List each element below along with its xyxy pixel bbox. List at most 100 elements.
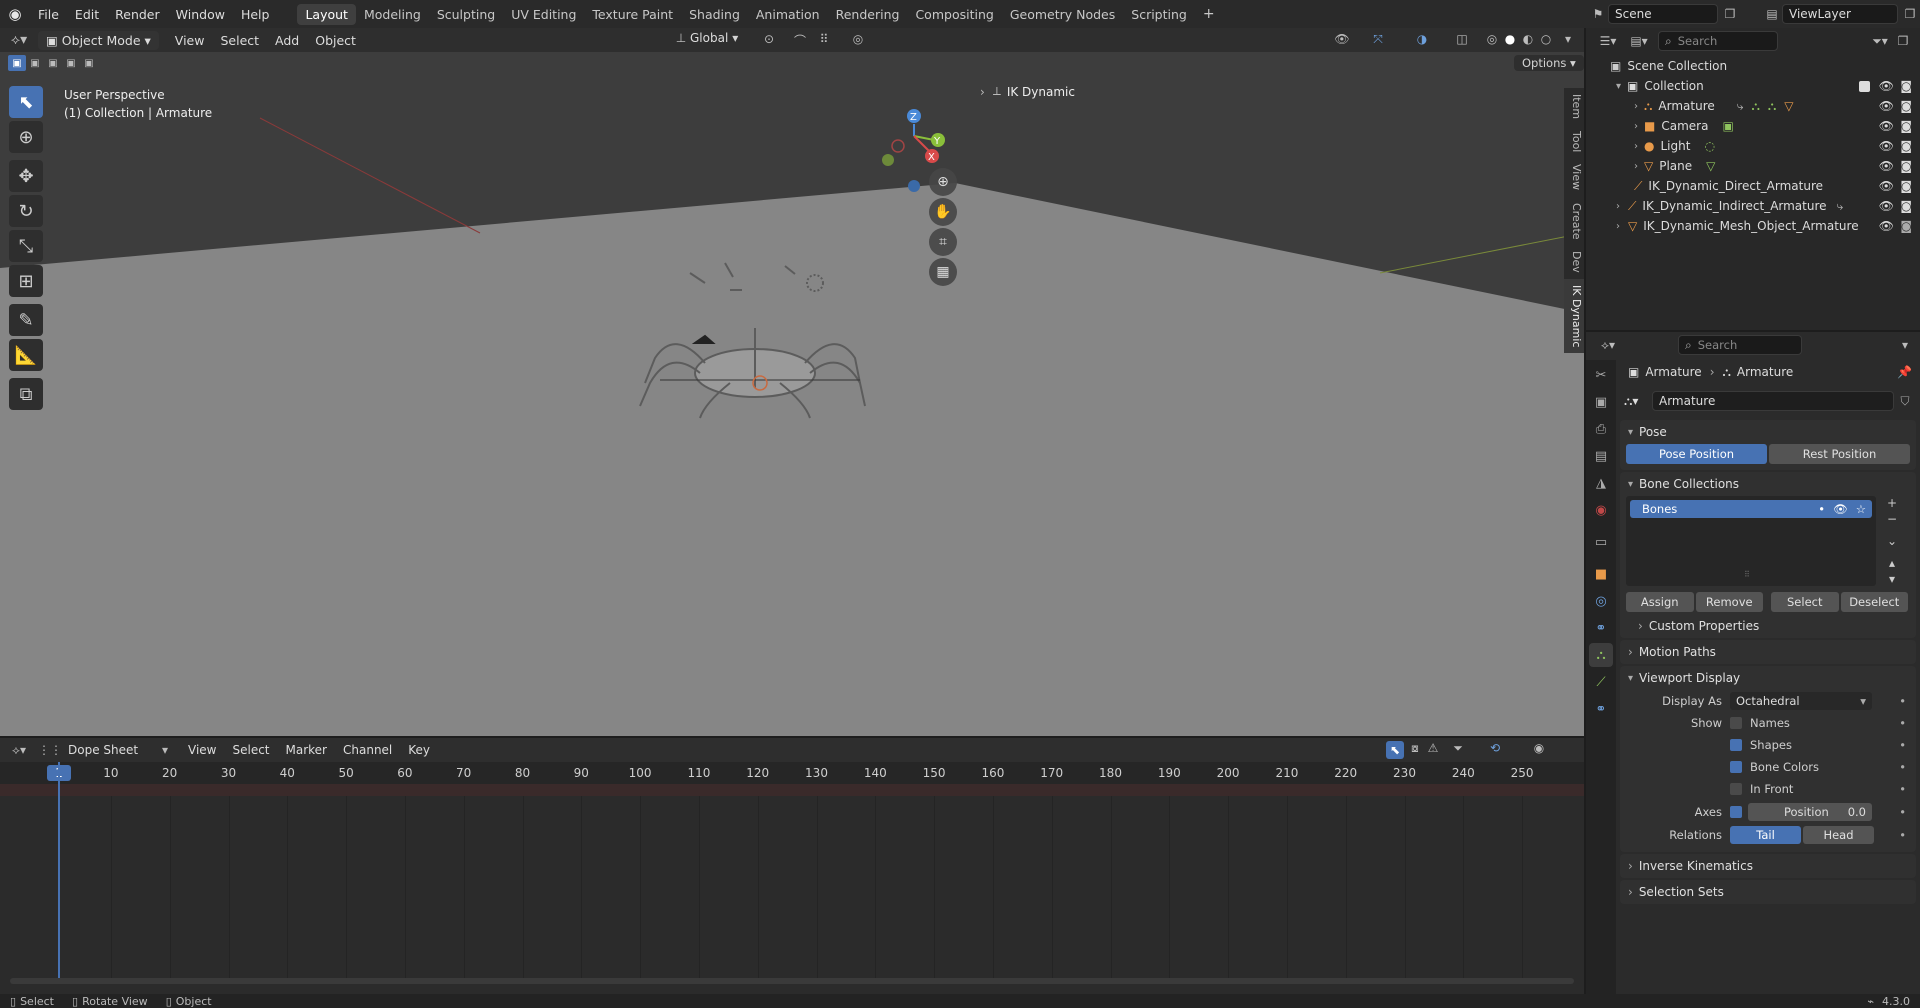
measure-tool[interactable]: 📐 [9,339,43,371]
eye-icon[interactable]: 👁 [1879,139,1894,153]
camera-icon[interactable]: ◙ [1900,159,1912,173]
outliner-editor[interactable]: ☰▾ ▤▾ ⌕ Search ⏷▾ ❐ ▣ Scene Collection ▾… [1586,28,1920,330]
pivot-icon[interactable]: ⊙ [756,32,782,46]
sidebar-tab-tool[interactable]: Tool [1564,125,1584,158]
pose-panel-header[interactable]: ▾ Pose [1620,420,1916,444]
frame-ruler[interactable]: 1 10203040506070809010011012013014015016… [0,762,1584,784]
star-icon[interactable]: ☆ [1856,502,1866,516]
3d-viewport[interactable]: ⟡▾ ▣ Object Mode ▾ View Select Add Objec… [0,28,1584,736]
object-tab-icon[interactable]: ■ [1589,562,1613,586]
dope-menu-marker[interactable]: Marker [278,741,335,759]
transform-orientation[interactable]: ⊥ Global ▾ [672,31,739,45]
custom-properties-header[interactable]: › Custom Properties [1620,614,1916,638]
tab-texture-paint[interactable]: Texture Paint [584,4,681,25]
inverse-kinematics-header[interactable]: › Inverse Kinematics [1620,854,1916,878]
keyframe-dot-icon[interactable]: • [1899,760,1906,774]
outliner-item-camera[interactable]: › ■ Camera ▣ 👁 ◙ [1586,116,1920,136]
camera-icon[interactable]: ◙ [1900,99,1912,113]
keyframe-dot-icon[interactable]: • [1899,716,1906,730]
ik-dynamic-panel-header[interactable]: › ⟂ IK Dynamic [980,84,1075,99]
relations-head-button[interactable]: Head [1803,826,1874,844]
camera-icon[interactable]: ◙ [1900,79,1912,93]
scene-selector[interactable]: ⚑ Scene ❐ [1588,4,1742,24]
outliner-item-light[interactable]: › ● Light ◌ 👁 ◙ [1586,136,1920,156]
viewport-menu-select[interactable]: Select [212,31,267,50]
properties-editor[interactable]: ⟡▾ ⌕ Search ▾ ✂ ▣ ⎙ ▤ ◮ ◉ ▭ ■ ◎ ⚭ ⛬ ⟋ ⚭ … [1586,332,1920,994]
filter-icon[interactable]: ⏷▾ [1868,34,1892,49]
resize-grip-icon[interactable]: ⠿ [1744,570,1750,579]
motion-paths-header[interactable]: › Motion Paths [1620,640,1916,664]
collection-tab-icon[interactable]: ▭ [1589,530,1613,554]
viewport-display-header[interactable]: ▾ Viewport Display [1620,666,1916,690]
tab-sculpting[interactable]: Sculpting [429,4,503,25]
editor-type-icon[interactable]: ⟡▾ [0,32,38,48]
scene-name-field[interactable]: Scene [1608,4,1718,24]
physics-tab-icon[interactable]: ◎ [1589,589,1613,613]
menu-render[interactable]: Render [107,7,168,22]
render-tab-icon[interactable]: ▣ [1589,390,1613,414]
tab-rendering[interactable]: Rendering [828,4,908,25]
camera-view-icon[interactable]: ⌗ [929,228,957,256]
shading-dropdown-icon[interactable]: ▾ [1560,32,1576,46]
overlay-icon[interactable]: ◑ [1410,32,1434,46]
pin-icon[interactable]: 📌 [1897,365,1912,379]
checkbox-icon[interactable] [1859,80,1870,92]
constraint-tab-icon[interactable]: ⚭ [1589,616,1613,640]
menu-window[interactable]: Window [168,7,233,22]
horizontal-scrollbar[interactable] [10,978,1574,984]
pose-position-button[interactable]: Pose Position [1626,444,1767,464]
eye-icon[interactable]: 👁 [1879,159,1894,173]
view-layer-field[interactable]: ViewLayer [1782,4,1898,24]
outliner-item-ik-indirect[interactable]: › ⟋ IK_Dynamic_Indirect_Armature ⤷ 👁 ◙ [1586,196,1920,216]
view-layer-selector[interactable]: ▤ ViewLayer ❐ [1762,4,1920,24]
outliner-item-armature[interactable]: › ⛬ Armature ⤷ ⛬ ⛬ ▽ 👁 ◙ [1586,96,1920,116]
material-shading-icon[interactable]: ◐ [1518,32,1538,46]
scale-tool[interactable]: ⤡ [9,230,43,262]
bone-tab-icon[interactable]: ⟋ [1589,670,1613,694]
add-icon[interactable]: + [1887,496,1897,510]
eye-icon[interactable]: 👁 [1879,179,1894,193]
viewport-menu-object[interactable]: Object [307,31,364,50]
outliner-item-ik-mesh[interactable]: › ▽ IK_Dynamic_Mesh_Object_Armature 👁 ◙ [1586,216,1920,236]
tab-uv-editing[interactable]: UV Editing [503,4,584,25]
snap-target-icon[interactable]: ⠿ [812,32,836,46]
outliner-search[interactable]: ⌕ Search [1658,31,1778,51]
bone-collections-header[interactable]: ▾ Bone Collections [1620,472,1916,496]
select-button[interactable]: Select [1771,592,1839,612]
shapes-checkbox[interactable] [1730,739,1742,751]
eye-icon[interactable]: 👁 [1879,119,1894,133]
axes-checkbox[interactable] [1730,806,1742,818]
rest-position-button[interactable]: Rest Position [1769,444,1910,464]
new-scene-icon[interactable]: ❐ [1718,7,1742,21]
remove-icon[interactable]: − [1887,512,1897,526]
outliner-item-scene-collection[interactable]: ▣ Scene Collection [1586,56,1920,76]
remove-button[interactable]: Remove [1695,592,1763,612]
gizmo-icon[interactable]: ⤧ [1366,32,1390,47]
camera-off-icon[interactable]: ◙ [1900,219,1912,233]
world-tab-icon[interactable]: ◉ [1589,498,1613,522]
move-down-icon[interactable]: ▾ [1889,572,1895,586]
bone-colors-checkbox[interactable] [1730,761,1742,773]
deselect-button[interactable]: Deselect [1840,592,1908,612]
viewport-menu-add[interactable]: Add [267,31,307,50]
annotate-tool[interactable]: ✎ [9,304,43,336]
dope-menu-key[interactable]: Key [400,741,438,759]
keyframe-dot-icon[interactable]: • [1899,738,1906,752]
armature-data-tab-icon[interactable]: ⛬ [1589,643,1613,667]
bone-collection-item-bones[interactable]: Bones • 👁 ☆ [1630,500,1872,518]
dope-menu-view[interactable]: View [180,741,224,759]
tab-shading[interactable]: Shading [681,4,748,25]
relations-tail-button[interactable]: Tail [1730,826,1801,844]
keyframe-dot-icon[interactable]: • [1899,694,1906,708]
outliner-item-ik-direct[interactable]: ⟋ IK_Dynamic_Direct_Armature 👁 ◙ [1586,176,1920,196]
perspective-grid-icon[interactable]: ▦ [929,258,957,286]
sidebar-tab-view[interactable]: View [1564,158,1584,196]
tool-tab-icon[interactable]: ✂ [1589,363,1613,387]
eye-icon[interactable]: 👁 [1833,502,1848,516]
add-cube-tool[interactable]: ⧉ [9,378,43,410]
cursor-tool[interactable]: ⊕ [9,121,43,153]
show-hidden-icon[interactable]: ⧇ [1406,741,1424,756]
mode-dropdown[interactable]: ▣ Object Mode ▾ [38,30,159,50]
tab-layout[interactable]: Layout [297,3,356,25]
tab-compositing[interactable]: Compositing [907,4,1001,25]
